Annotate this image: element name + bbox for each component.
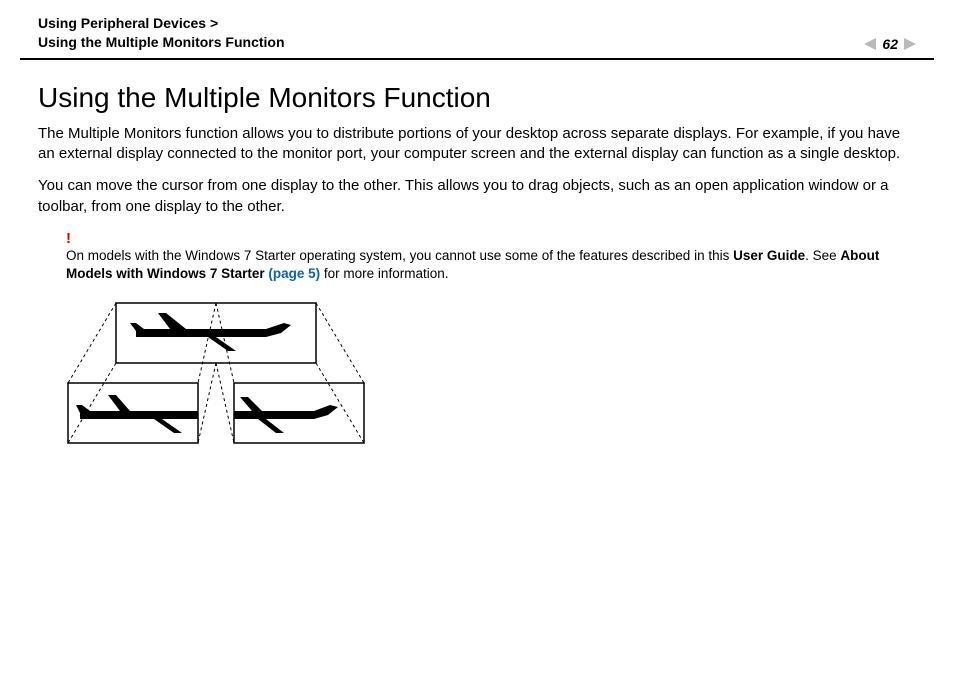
warning-note: ! On models with the Windows 7 Starter o… bbox=[66, 229, 916, 284]
note-bold: User Guide bbox=[733, 248, 805, 263]
warning-icon: ! bbox=[66, 229, 916, 249]
note-text: . See bbox=[805, 248, 840, 263]
body-paragraph: The Multiple Monitors function allows yo… bbox=[38, 124, 916, 165]
breadcrumb-line2: Using the Multiple Monitors Function bbox=[38, 34, 285, 50]
body-paragraph: You can move the cursor from one display… bbox=[38, 176, 916, 217]
page-navigator: 62 bbox=[864, 36, 916, 52]
page-number: 62 bbox=[882, 36, 898, 52]
multi-monitor-diagram bbox=[66, 301, 366, 456]
next-page-icon[interactable] bbox=[904, 38, 916, 50]
breadcrumb-line1: Using Peripheral Devices > bbox=[38, 15, 218, 31]
note-text: On models with the Windows 7 Starter ope… bbox=[66, 248, 733, 263]
breadcrumb: Using Peripheral Devices > Using the Mul… bbox=[38, 14, 285, 52]
prev-page-icon[interactable] bbox=[864, 38, 876, 50]
note-link[interactable]: (page 5) bbox=[268, 266, 320, 281]
page-title: Using the Multiple Monitors Function bbox=[38, 82, 916, 114]
note-text: for more information. bbox=[320, 266, 448, 281]
